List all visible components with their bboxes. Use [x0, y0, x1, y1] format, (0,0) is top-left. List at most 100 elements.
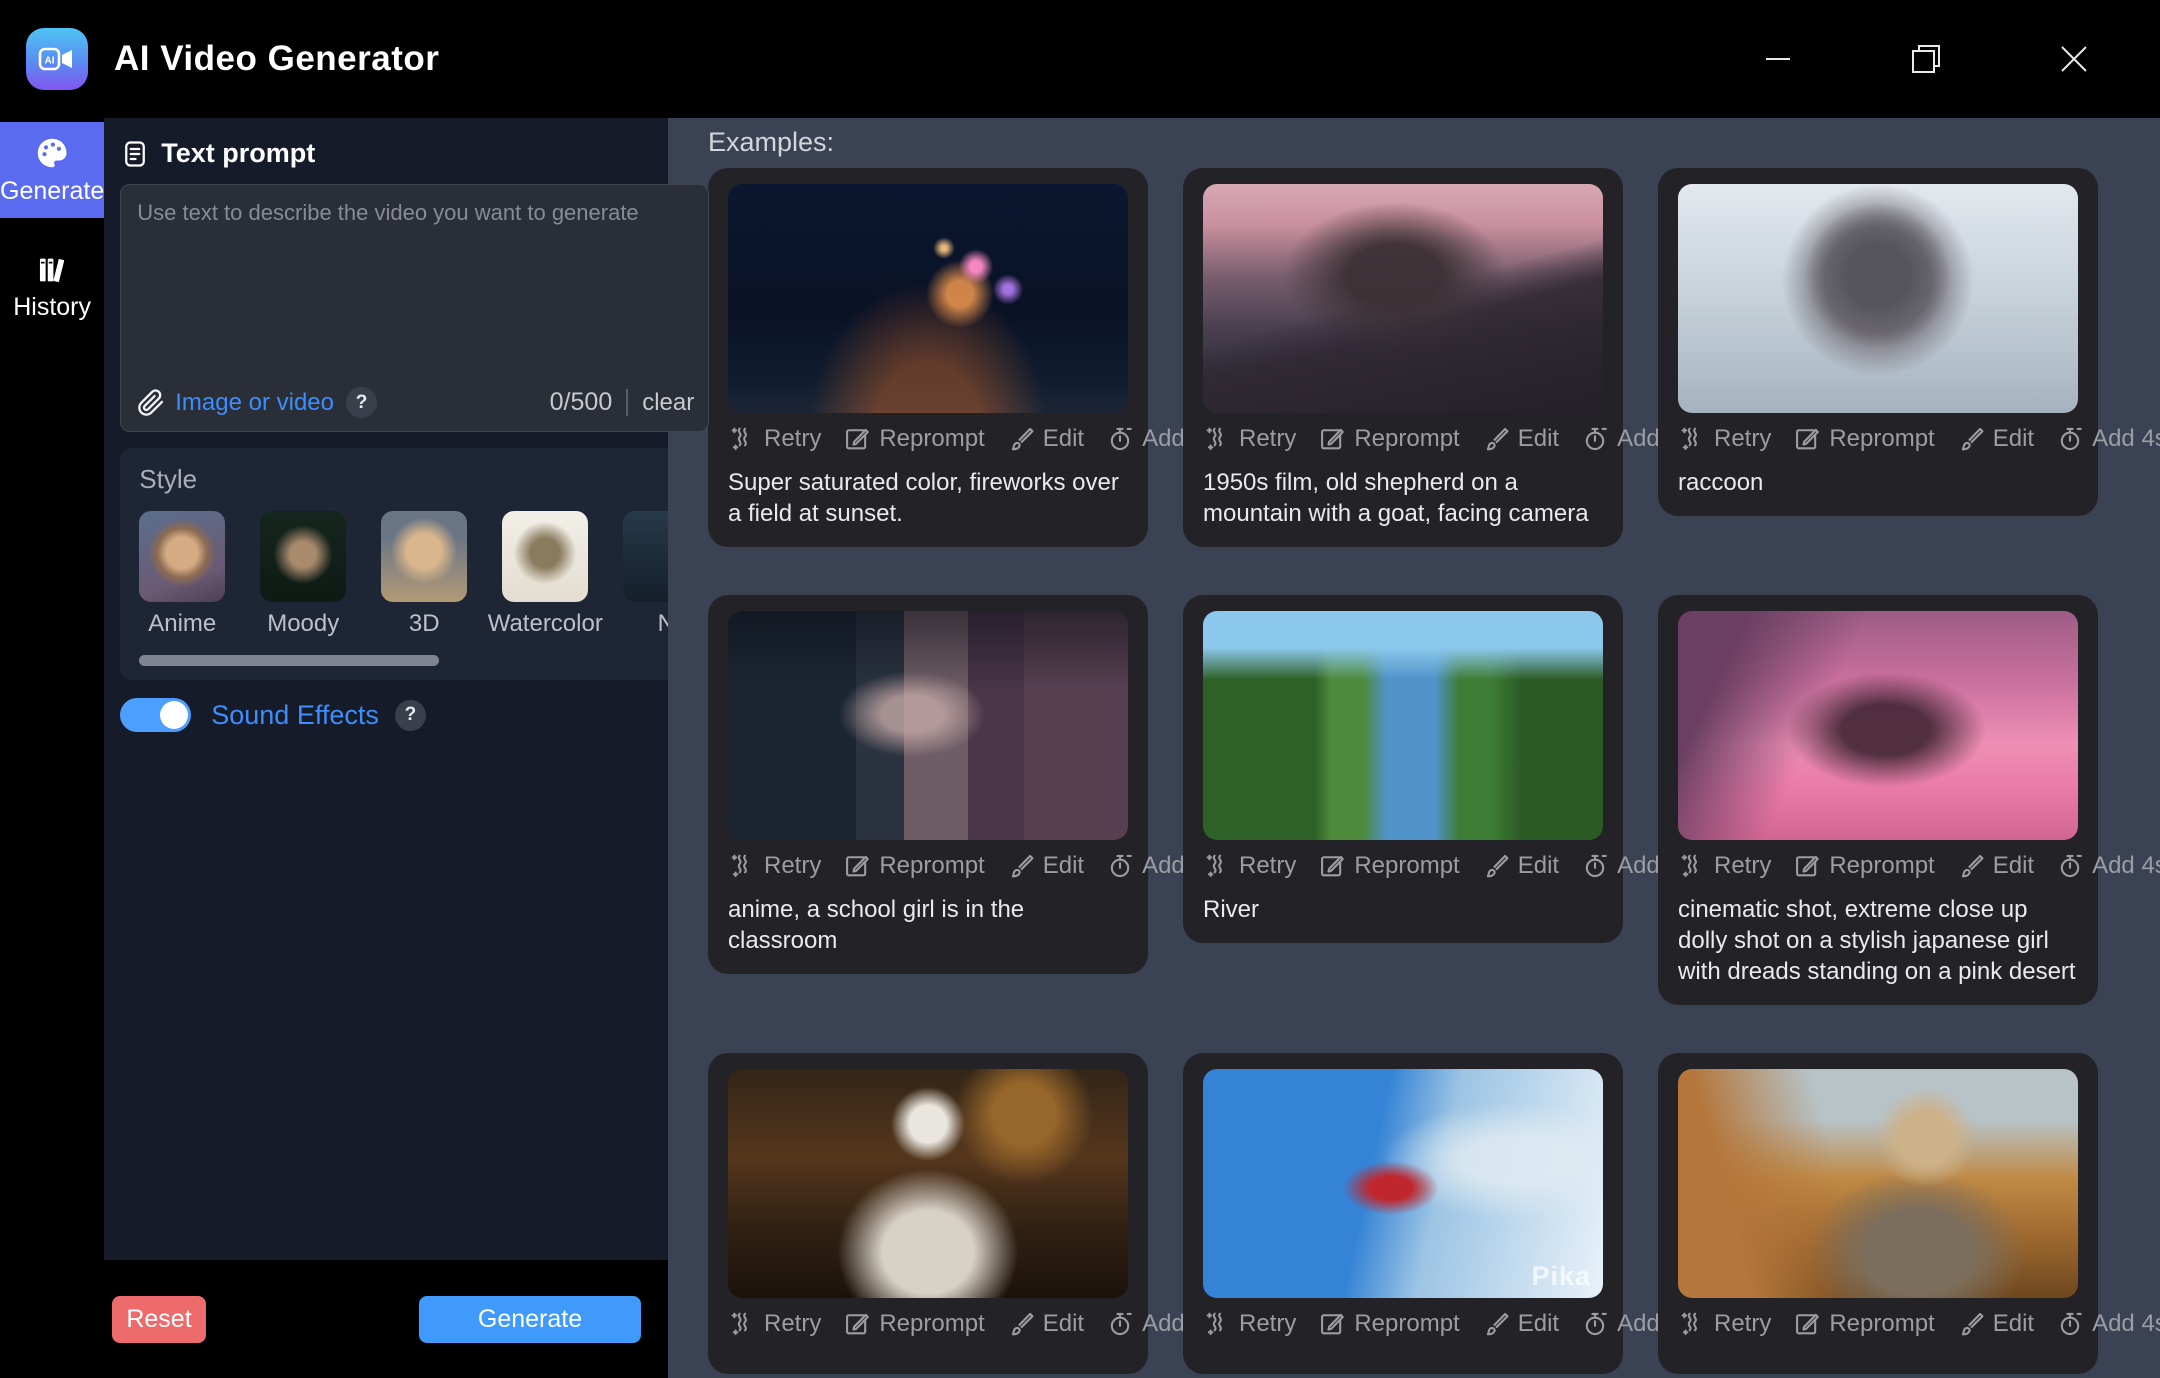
attach-help-icon[interactable]: ? [346, 387, 377, 418]
stopwatch-icon [2056, 852, 2084, 880]
retry-button[interactable]: Retry [1678, 1310, 1771, 1338]
edit-button[interactable]: Edit [1482, 425, 1559, 453]
example-thumbnail-raccoon-snow[interactable] [1678, 184, 2078, 413]
close-icon[interactable] [2052, 37, 2096, 81]
generate-panel: Text prompt Image or video ? 0/500 [104, 118, 729, 1260]
example-card: Pika Retry [1183, 1053, 1623, 1374]
reprompt-button[interactable]: Reprompt [1793, 852, 1934, 880]
sidebar-item-label: Generate [0, 177, 104, 206]
title-bar: AI AI Video Generator [0, 0, 2160, 118]
example-thumbnail-santa-snowboard[interactable]: Pika [1203, 1069, 1603, 1298]
style-row: Anime Moody 3D Watercolor [139, 511, 709, 638]
watermark-label: Pika [1531, 1261, 1591, 1292]
retry-button[interactable]: Retry [1203, 1310, 1296, 1338]
sidebar-item-generate[interactable]: Generate [0, 122, 104, 218]
add-4s-button[interactable]: Add 4s [2056, 1310, 2160, 1338]
paintbrush-icon [1007, 852, 1035, 880]
app-title: AI Video Generator [114, 39, 439, 79]
minimize-icon[interactable] [1756, 37, 1800, 81]
style-item-moody[interactable]: Moody [260, 511, 346, 638]
style-item-anime[interactable]: Anime [139, 511, 225, 638]
retry-button[interactable]: Retry [728, 425, 821, 453]
waveform-retry-icon [728, 852, 756, 880]
left-column: Generate History [0, 118, 668, 1378]
edit-button[interactable]: Edit [1957, 852, 2034, 880]
reset-button[interactable]: Reset [112, 1296, 206, 1343]
reprompt-button[interactable]: Reprompt [843, 1310, 984, 1338]
reprompt-button[interactable]: Reprompt [1793, 425, 1934, 453]
edit-button[interactable]: Edit [1482, 852, 1559, 880]
books-icon [35, 253, 69, 287]
style-item-watercolor[interactable]: Watercolor [502, 511, 588, 638]
edit-box-icon [843, 425, 871, 453]
example-caption [1203, 1352, 1603, 1356]
reprompt-button[interactable]: Reprompt [843, 852, 984, 880]
example-thumbnail-anime-schoolgirl[interactable] [728, 611, 1128, 840]
retry-button[interactable]: Retry [1203, 425, 1296, 453]
paintbrush-icon [1482, 1310, 1510, 1338]
retry-button[interactable]: Retry [728, 1310, 821, 1338]
text-prompt-title: Text prompt [161, 138, 315, 169]
edit-button[interactable]: Edit [1007, 1310, 1084, 1338]
reprompt-button[interactable]: Reprompt [1318, 852, 1459, 880]
example-thumbnail-pink-desert-girl[interactable] [1678, 611, 2078, 840]
sound-help-icon[interactable]: ? [395, 700, 426, 731]
card-actions: Retry Reprompt [1203, 425, 1603, 453]
divider [626, 389, 628, 416]
reprompt-button[interactable]: Reprompt [1318, 425, 1459, 453]
example-card: Retry Reprompt [1183, 168, 1623, 547]
reprompt-button[interactable]: Reprompt [1793, 1310, 1934, 1338]
edit-box-icon [1318, 1310, 1346, 1338]
edit-button[interactable]: Edit [1482, 1310, 1559, 1338]
paintbrush-icon [1007, 1310, 1035, 1338]
retry-button[interactable]: Retry [1678, 425, 1771, 453]
reprompt-button[interactable]: Reprompt [1318, 1310, 1459, 1338]
style-item-3d[interactable]: 3D [381, 511, 467, 638]
restore-window-icon[interactable] [1904, 37, 1948, 81]
generate-button[interactable]: Generate [419, 1296, 641, 1343]
waveform-retry-icon [1203, 852, 1231, 880]
paintbrush-icon [1007, 425, 1035, 453]
clear-button[interactable]: clear [642, 389, 694, 417]
retry-button[interactable]: Retry [1203, 852, 1296, 880]
style-thumb-moody [260, 511, 346, 602]
card-actions: Retry Reprompt [728, 425, 1128, 453]
edit-button[interactable]: Edit [1957, 425, 2034, 453]
waveform-retry-icon [1678, 852, 1706, 880]
example-thumbnail-chef-kitchen[interactable] [728, 1069, 1128, 1298]
card-actions: Retry Reprompt [1203, 852, 1603, 880]
example-card: Retry Reprompt [1658, 1053, 2098, 1374]
stopwatch-icon [1106, 852, 1134, 880]
image-or-video-link[interactable]: Image or video [175, 389, 334, 417]
example-thumbnail-shepherd-goat-mountain[interactable] [1203, 184, 1603, 413]
svg-text:AI: AI [45, 56, 55, 67]
paperclip-icon[interactable] [137, 389, 165, 417]
sound-effects-row: Sound Effects ? [120, 698, 709, 732]
example-caption: raccoon [1678, 467, 2078, 498]
add-4s-button[interactable]: Add 4s [2056, 425, 2160, 453]
edit-button[interactable]: Edit [1007, 425, 1084, 453]
reprompt-button[interactable]: Reprompt [843, 425, 984, 453]
sound-effects-toggle[interactable] [120, 698, 191, 732]
example-card: Retry Reprompt [708, 1053, 1148, 1374]
edit-button[interactable]: Edit [1957, 1310, 2034, 1338]
example-caption: 1950s film, old shepherd on a mountain w… [1203, 467, 1603, 529]
prompt-box: Image or video ? 0/500 clear [120, 184, 709, 432]
add-4s-button[interactable]: Add 4s [2056, 852, 2160, 880]
sidebar-item-history[interactable]: History [0, 240, 104, 334]
example-caption [1678, 1352, 2078, 1356]
example-card: Retry Reprompt [1658, 595, 2098, 1005]
prompt-input[interactable] [121, 185, 708, 345]
edit-button[interactable]: Edit [1007, 852, 1084, 880]
example-thumbnail-cowboy-canyon[interactable] [1678, 1069, 2078, 1298]
style-scrollbar[interactable] [139, 655, 439, 666]
retry-button[interactable]: Retry [728, 852, 821, 880]
examples-area: Examples: Retry [668, 118, 2160, 1378]
example-thumbnail-fireworks-night[interactable] [728, 184, 1128, 413]
waveform-retry-icon [1203, 425, 1231, 453]
edit-box-icon [843, 1310, 871, 1338]
retry-button[interactable]: Retry [1678, 852, 1771, 880]
example-thumbnail-forest-river[interactable] [1203, 611, 1603, 840]
panel-footer: Reset Generate [0, 1260, 668, 1378]
example-card: Retry Reprompt [1658, 168, 2098, 516]
